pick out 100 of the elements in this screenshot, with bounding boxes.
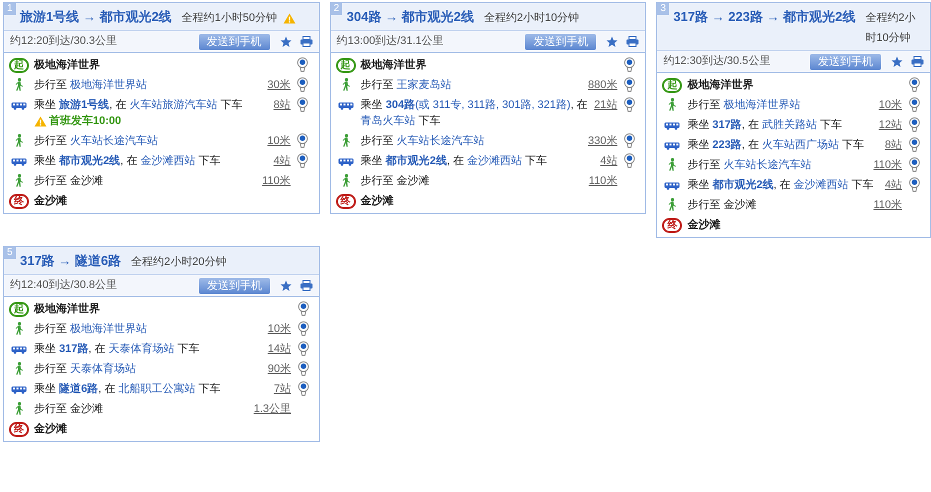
- location-pin-icon[interactable]: [908, 137, 920, 152]
- route-title[interactable]: 317路 → 223路 → 都市观光2线: [673, 7, 856, 27]
- place-name: 极地海洋世界: [687, 78, 754, 93]
- distance-link[interactable]: 110米: [873, 157, 902, 173]
- location-pin-icon[interactable]: [298, 301, 308, 316]
- location-pin-icon[interactable]: [298, 321, 308, 336]
- step-text: 步行至 火车站长途汽车站: [360, 134, 486, 149]
- warning-icon: [34, 116, 47, 126]
- step-text: 乘坐 都市观光2线, 在 金沙滩西站 下车: [34, 154, 222, 169]
- step-text: 步行至 金沙滩: [360, 174, 431, 189]
- start-marker: 起: [662, 78, 682, 93]
- start-marker: 起: [9, 58, 29, 73]
- step-text: 步行至 金沙滩: [34, 174, 104, 189]
- plan-number: 3: [657, 3, 669, 15]
- walking-person-icon: [667, 158, 678, 171]
- end-marker: 终: [336, 194, 356, 209]
- distance-link[interactable]: 12站: [878, 117, 902, 133]
- place-name: 金沙滩: [360, 194, 395, 209]
- distance-link[interactable]: 10米: [267, 133, 291, 149]
- plan-number: 1: [4, 3, 16, 15]
- star-icon[interactable]: [606, 36, 618, 48]
- distance-link[interactable]: 21站: [594, 97, 618, 113]
- step-text: 步行至 极地海洋世界站: [34, 322, 148, 337]
- step-text: 乘坐 隧道6路, 在 北船职工公寓站 下车: [34, 382, 222, 397]
- total-duration: 全程约2小时10分钟: [484, 12, 580, 24]
- start-marker: 起: [9, 302, 29, 317]
- star-icon[interactable]: [280, 36, 292, 48]
- distance-link[interactable]: 110米: [262, 173, 291, 189]
- walking-person-icon: [14, 78, 24, 91]
- arrival-info: 约12:30到达/30.5公里: [663, 54, 772, 70]
- print-icon[interactable]: [300, 280, 313, 291]
- location-pin-icon[interactable]: [297, 77, 308, 92]
- walking-person-icon: [340, 78, 351, 91]
- distance-link[interactable]: 1.3公里: [254, 401, 291, 417]
- walking-person-icon: [667, 98, 678, 111]
- walking-person-icon: [14, 174, 24, 187]
- location-pin-icon[interactable]: [624, 77, 635, 92]
- distance-link[interactable]: 14站: [268, 341, 291, 357]
- walking-person-icon: [14, 322, 24, 335]
- step-text: 步行至 金沙滩: [687, 198, 758, 213]
- distance-link[interactable]: 4站: [884, 177, 902, 193]
- location-pin-icon[interactable]: [297, 97, 308, 112]
- step-text: 步行至 金沙滩: [34, 402, 104, 417]
- place-name: 金沙滩: [687, 218, 722, 233]
- location-pin-icon[interactable]: [297, 57, 308, 72]
- print-icon[interactable]: [911, 56, 924, 67]
- end-marker: 终: [9, 422, 29, 437]
- distance-link[interactable]: 30米: [267, 77, 291, 93]
- location-pin-icon[interactable]: [908, 117, 920, 132]
- distance-link[interactable]: 7站: [274, 381, 291, 397]
- distance-link[interactable]: 110米: [588, 173, 618, 189]
- walking-person-icon: [14, 134, 24, 147]
- route-title[interactable]: 旅游1号线 → 都市观光2线: [20, 7, 172, 27]
- arrival-info: 约13:00到达/31.1公里: [336, 34, 445, 50]
- walking-person-icon: [340, 174, 351, 187]
- distance-link[interactable]: 10米: [268, 321, 291, 337]
- place-name: 金沙滩: [34, 194, 68, 209]
- star-icon[interactable]: [891, 56, 904, 68]
- first-bus-time: 首班发车10:00: [49, 114, 122, 129]
- distance-link[interactable]: 8站: [884, 137, 902, 153]
- distance-link[interactable]: 8站: [274, 97, 291, 113]
- distance-link[interactable]: 4站: [274, 153, 291, 169]
- location-pin-icon[interactable]: [624, 57, 635, 72]
- step-text: 乘坐 都市观光2线, 在 金沙滩西站 下车: [360, 154, 548, 169]
- start-marker: 起: [336, 58, 356, 73]
- distance-link[interactable]: 4站: [600, 153, 618, 169]
- distance-link[interactable]: 880米: [588, 77, 618, 93]
- location-pin-icon[interactable]: [624, 133, 635, 148]
- location-pin-icon[interactable]: [908, 157, 920, 172]
- print-icon[interactable]: [626, 36, 640, 47]
- location-pin-icon[interactable]: [298, 381, 308, 396]
- step-text: 步行至 极地海洋世界站: [687, 98, 802, 113]
- distance-link[interactable]: 330米: [588, 133, 618, 149]
- walking-person-icon: [340, 134, 351, 147]
- distance-link[interactable]: 10米: [878, 97, 902, 113]
- walking-person-icon: [14, 362, 24, 375]
- location-pin-icon[interactable]: [298, 341, 308, 356]
- total-duration: 全程约1小时50分钟: [182, 12, 278, 24]
- distance-link[interactable]: 110米: [873, 197, 902, 213]
- end-marker: 终: [662, 218, 682, 233]
- step-text: 乘坐 223路, 在 火车站西广场站 下车: [687, 138, 865, 153]
- location-pin-icon[interactable]: [908, 97, 920, 112]
- distance-link[interactable]: 90米: [268, 361, 291, 377]
- place-name: 金沙滩: [34, 422, 68, 437]
- route-title[interactable]: 304路 → 都市观光2线: [346, 7, 474, 27]
- step-text: 乘坐 317路, 在 武胜关路站 下车: [687, 118, 843, 133]
- location-pin-icon[interactable]: [624, 153, 635, 168]
- step-text: 步行至 极地海洋世界站: [34, 78, 148, 93]
- step-text: 步行至 王家麦岛站: [360, 78, 453, 93]
- location-pin-icon[interactable]: [908, 177, 920, 192]
- location-pin-icon[interactable]: [297, 153, 308, 168]
- location-pin-icon[interactable]: [297, 133, 308, 148]
- star-icon[interactable]: [280, 280, 292, 292]
- location-pin-icon[interactable]: [624, 97, 635, 112]
- route-title[interactable]: 317路 → 隧道6路: [20, 251, 122, 271]
- location-pin-icon[interactable]: [298, 361, 308, 376]
- location-pin-icon[interactable]: [908, 77, 920, 92]
- print-icon[interactable]: [300, 36, 313, 47]
- step-text: 步行至 火车站长途汽车站: [34, 134, 160, 149]
- total-duration: 全程约2小时10分钟: [865, 12, 916, 44]
